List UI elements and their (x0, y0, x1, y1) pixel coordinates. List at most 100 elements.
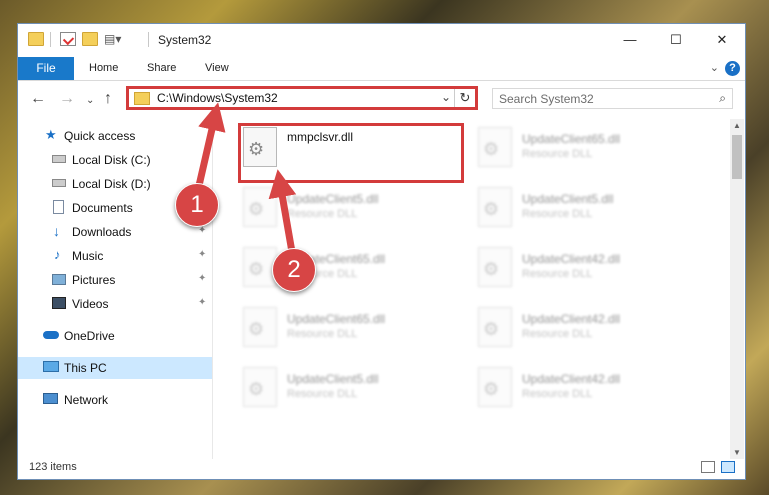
tab-file[interactable]: File (18, 57, 74, 80)
help-icon[interactable]: ? (725, 61, 740, 76)
sidebar-item-label: OneDrive (64, 329, 115, 343)
sidebar-item-quick-access[interactable]: ★ Quick access (18, 125, 212, 147)
pane-divider[interactable] (212, 119, 213, 459)
music-icon: ♪ (54, 247, 61, 262)
tab-home[interactable]: Home (89, 62, 118, 74)
address-path[interactable]: C:\Windows\System32 (157, 91, 278, 105)
sidebar-item-videos[interactable]: Videos ✦ (18, 293, 212, 315)
cloud-icon (43, 331, 59, 339)
scroll-down-icon[interactable]: ▼ (730, 448, 744, 457)
large-icons-view-icon[interactable] (721, 461, 735, 473)
search-icon[interactable]: ⌕ (719, 91, 726, 106)
file-type: Resource DLL (522, 148, 593, 160)
scrollbar-thumb[interactable] (732, 135, 742, 179)
forward-button[interactable]: → (59, 91, 75, 107)
sidebar-item-local-disk-c[interactable]: Local Disk (C:) (18, 149, 212, 171)
sidebar-item-label: Quick access (64, 129, 136, 143)
file-name: UpdateClient5.dll (287, 372, 379, 386)
sidebar-item-label: Pictures (72, 273, 116, 287)
explorer-window: ▤▾ System32 — ☐ ✕ File Home Share View ⌄… (17, 23, 746, 480)
address-bar[interactable]: C:\Windows\System32 ⌄ ↻ (126, 86, 478, 110)
pin-icon[interactable]: ✦ (198, 249, 206, 260)
new-folder-icon[interactable] (82, 32, 98, 46)
file-item[interactable]: UpdateClient42.dll Resource DLL (478, 247, 708, 303)
step-1-badge: 1 (175, 183, 219, 227)
file-type: Resource DLL (287, 208, 358, 220)
file-name: UpdateClient5.dll (522, 192, 614, 206)
navigation-pane: ★ Quick access Local Disk (C:) Local Dis… (18, 119, 212, 459)
videos-icon (52, 297, 66, 309)
sidebar-item-music[interactable]: ♪ Music ✦ (18, 245, 212, 267)
dll-file-icon (243, 367, 277, 407)
maximize-button[interactable]: ☐ (653, 28, 699, 54)
sidebar-item-label: Local Disk (C:) (72, 153, 151, 167)
file-type: Resource DLL (287, 388, 358, 400)
file-type: Resource DLL (287, 328, 358, 340)
file-item[interactable]: UpdateClient65.dll Resource DLL (243, 307, 473, 363)
file-item[interactable]: UpdateClient42.dll Resource DLL (478, 307, 708, 363)
recent-locations-button[interactable]: ⌄ (86, 93, 94, 109)
sidebar-item-label: Documents (72, 201, 133, 215)
dll-file-icon (243, 187, 277, 227)
file-name: UpdateClient65.dll (522, 132, 621, 146)
network-icon (43, 393, 58, 404)
file-type: Resource DLL (522, 388, 593, 400)
step-2-badge: 2 (272, 248, 316, 292)
item-count: 123 items (29, 461, 77, 473)
sidebar-item-label: Downloads (72, 225, 132, 239)
customize-toolbar-icon[interactable]: ▤▾ (104, 32, 121, 46)
drive-icon (52, 179, 66, 187)
file-name: UpdateClient65.dll (287, 312, 386, 326)
folder-icon (28, 32, 44, 46)
minimize-button[interactable]: — (607, 28, 653, 54)
vertical-scrollbar[interactable]: ▲ ▼ (730, 119, 744, 459)
window-title: System32 (158, 33, 212, 47)
folder-icon (134, 92, 150, 105)
up-button[interactable]: ↑ (104, 91, 112, 107)
file-item[interactable]: UpdateClient5.dll Resource DLL (478, 187, 708, 243)
file-type: Resource DLL (522, 268, 593, 280)
file-item[interactable]: UpdateClient65.dll Resource DLL (478, 127, 708, 183)
file-highlight-box (238, 123, 464, 183)
pin-icon[interactable]: ✦ (198, 297, 206, 308)
search-input[interactable]: Search System32 ⌕ (492, 88, 733, 109)
sidebar-item-pictures[interactable]: Pictures ✦ (18, 269, 212, 291)
sidebar-item-label: This PC (64, 361, 107, 375)
close-button[interactable]: ✕ (699, 28, 745, 54)
status-bar: 123 items (18, 457, 745, 479)
title-bar: ▤▾ System32 — ☐ ✕ (18, 24, 745, 56)
refresh-button[interactable]: ↻ (454, 89, 475, 107)
expand-ribbon-icon[interactable]: ⌄ (710, 61, 719, 74)
navigation-bar: ← → ⌄ ↑ C:\Windows\System32 ⌄ ↻ Search S… (18, 81, 745, 117)
sidebar-item-label: Local Disk (D:) (72, 177, 151, 191)
file-item[interactable]: UpdateClient5.dll Resource DLL (243, 187, 473, 243)
computer-icon (43, 361, 59, 372)
sidebar-item-this-pc[interactable]: This PC (18, 357, 212, 379)
toolbar-separator (148, 32, 149, 47)
documents-icon (53, 200, 64, 214)
drive-icon (52, 155, 66, 163)
dll-file-icon (478, 307, 512, 347)
pin-icon[interactable]: ✦ (198, 273, 206, 284)
file-item[interactable]: UpdateClient42.dll Resource DLL (478, 367, 708, 423)
sidebar-item-downloads[interactable]: ↓ Downloads ✦ (18, 221, 212, 243)
dll-file-icon (478, 247, 512, 287)
sidebar-item-onedrive[interactable]: OneDrive (18, 325, 212, 347)
star-icon: ★ (45, 127, 57, 142)
sidebar-item-network[interactable]: Network (18, 389, 212, 411)
sidebar-item-label: Music (72, 249, 104, 263)
tab-view[interactable]: View (205, 62, 229, 74)
properties-icon[interactable] (60, 32, 76, 46)
file-name: UpdateClient5.dll (287, 192, 379, 206)
chevron-down-icon[interactable]: ⌄ (441, 90, 451, 104)
file-name: UpdateClient42.dll (522, 252, 621, 266)
tab-share[interactable]: Share (147, 62, 176, 74)
sidebar-item-label: Videos (72, 297, 109, 311)
toolbar-separator (50, 32, 51, 47)
search-placeholder: Search System32 (499, 92, 594, 106)
back-button[interactable]: ← (30, 91, 46, 107)
details-view-icon[interactable] (701, 461, 715, 473)
file-type: Resource DLL (522, 328, 593, 340)
scroll-up-icon[interactable]: ▲ (730, 121, 744, 130)
file-item[interactable]: UpdateClient5.dll Resource DLL (243, 367, 473, 423)
